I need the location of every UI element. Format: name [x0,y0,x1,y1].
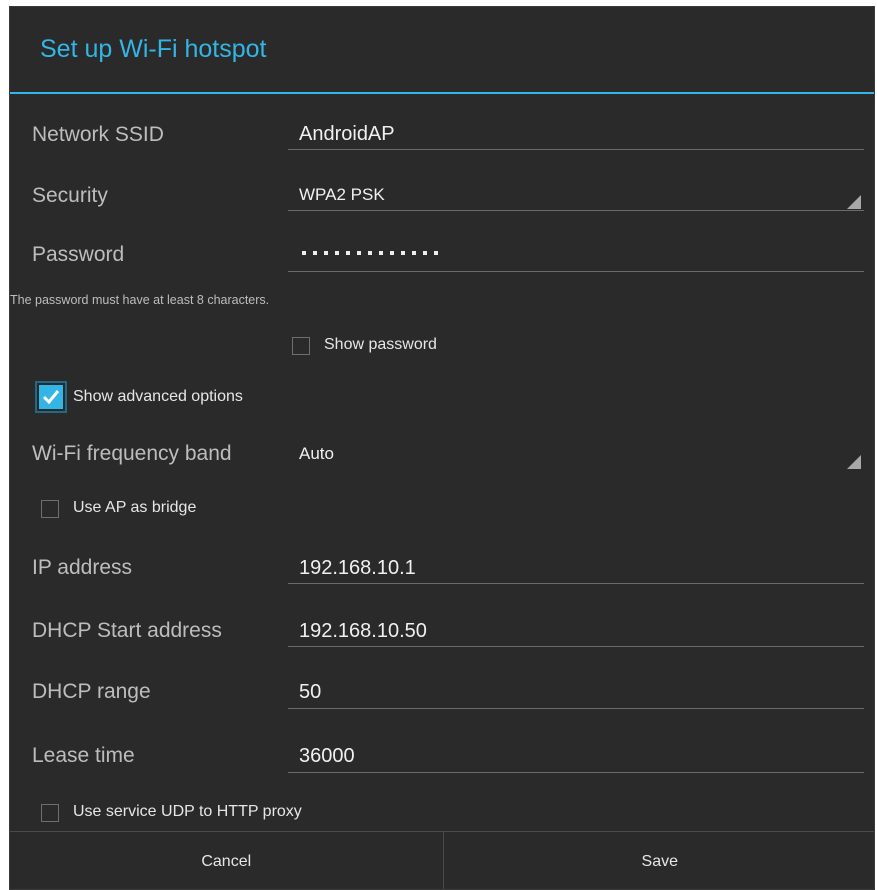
lease-time-input[interactable]: 36000 [299,745,355,768]
ssid-input[interactable]: AndroidAP [299,123,395,146]
show-password-checkbox[interactable] [292,337,310,355]
dialog-button-bar: Cancel Save [10,831,875,889]
password-underline [288,271,864,272]
lease-time-label: Lease time [32,744,135,767]
dhcp-range-underline [288,708,864,709]
show-advanced-checkbox[interactable] [39,385,63,409]
ip-address-input[interactable]: 192.168.10.1 [299,557,416,580]
ssid-underline [288,149,864,150]
ip-address-label: IP address [32,556,133,579]
dhcp-start-label: DHCP Start address [32,619,222,642]
security-label: Security [32,184,108,207]
password-label: Password [32,243,125,266]
dialog-title-bar: Set up Wi-Fi hotspot [10,7,874,94]
security-dropdown-icon[interactable] [847,195,861,209]
udp-proxy-checkbox[interactable] [41,804,59,822]
udp-proxy-label[interactable]: Use service UDP to HTTP proxy [73,803,302,821]
password-helper-text: The password must have at least 8 charac… [10,293,270,307]
dialog-title: Set up Wi-Fi hotspot [40,35,267,63]
dhcp-start-underline [288,646,864,647]
ap-bridge-label[interactable]: Use AP as bridge [73,499,196,517]
lease-time-underline [288,772,864,773]
frequency-band-dropdown-icon[interactable] [847,455,861,469]
dhcp-range-input[interactable]: 50 [299,681,321,704]
frequency-band-select[interactable]: Auto [299,444,334,464]
password-input[interactable] [302,251,438,255]
ap-bridge-checkbox[interactable] [41,500,59,518]
security-select[interactable]: WPA2 PSK [299,185,385,205]
dhcp-range-label: DHCP range [32,680,151,703]
security-underline [288,210,864,211]
checkmark-icon [42,390,60,405]
cancel-button[interactable]: Cancel [10,832,443,889]
hotspot-dialog: Set up Wi-Fi hotspot Network SSID Androi… [9,6,875,890]
show-password-label[interactable]: Show password [324,336,437,354]
show-advanced-label[interactable]: Show advanced options [73,388,243,406]
frequency-band-label: Wi-Fi frequency band [32,442,232,465]
dhcp-start-input[interactable]: 192.168.10.50 [299,620,427,643]
ssid-label: Network SSID [32,123,164,146]
save-button[interactable]: Save [444,832,875,889]
ip-address-underline [288,583,864,584]
